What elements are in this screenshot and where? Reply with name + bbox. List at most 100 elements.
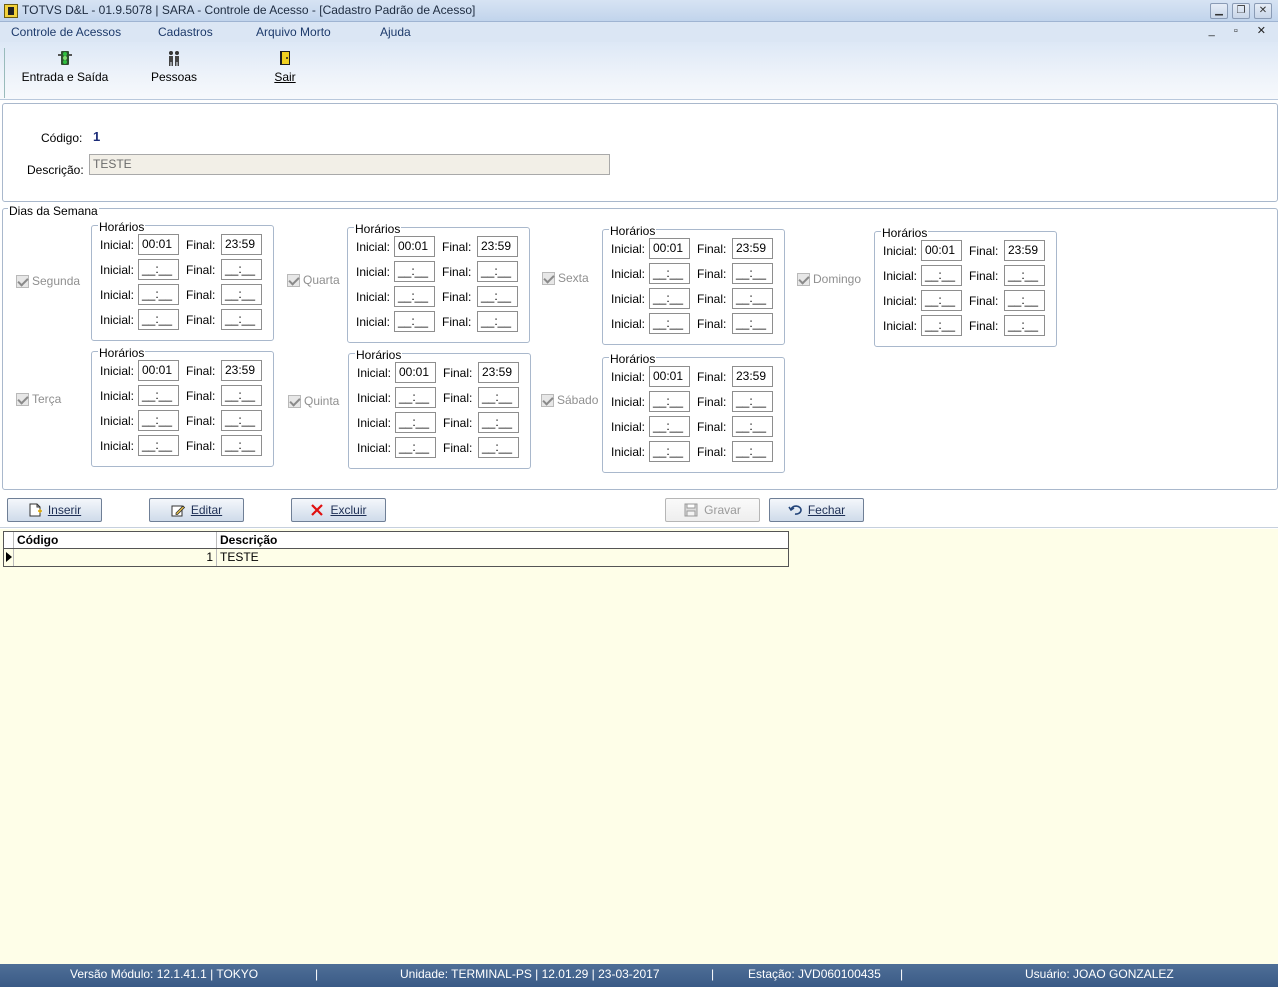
inicial-time-input[interactable]: 00:01 <box>395 362 436 383</box>
inicial-time-input[interactable]: 00:01 <box>649 238 690 259</box>
final-time-input[interactable]: 23:59 <box>1004 240 1045 261</box>
gravar-button[interactable]: Gravar <box>665 498 760 522</box>
inserir-button[interactable]: Inserir <box>7 498 102 522</box>
sair-label: Sair <box>274 70 296 84</box>
inicial-time-input[interactable]: __:__ <box>395 412 436 433</box>
final-time-input[interactable]: 23:59 <box>478 362 519 383</box>
inicial-time-input[interactable]: __:__ <box>138 284 179 305</box>
excluir-button[interactable]: Excluir <box>291 498 386 522</box>
day-checkbox-quinta[interactable]: Quinta <box>288 394 339 408</box>
final-time-input[interactable]: __:__ <box>221 435 262 456</box>
cell-descricao[interactable]: TESTE <box>217 549 788 566</box>
final-time-input[interactable]: __:__ <box>477 286 518 307</box>
inicial-label: Inicial: <box>356 315 391 329</box>
final-time-input[interactable]: __:__ <box>477 311 518 332</box>
inicial-time-input[interactable]: 00:01 <box>138 234 179 255</box>
day-checkbox-quarta[interactable]: Quarta <box>287 273 340 287</box>
final-time-input[interactable]: __:__ <box>221 284 262 305</box>
entrada-saida-button[interactable]: Entrada e Saída <box>19 50 111 84</box>
final-time-input[interactable]: 23:59 <box>732 238 773 259</box>
horario-row: Inicial: __:__ Final: __:__ <box>875 315 1056 337</box>
mdi-controls[interactable]: _ ▫ ✕ <box>1209 24 1274 37</box>
final-time-input[interactable]: __:__ <box>477 261 518 282</box>
inicial-time-input[interactable]: __:__ <box>649 263 690 284</box>
horario-row: Inicial: __:__ Final: __:__ <box>348 286 529 308</box>
table-row[interactable]: 1 TESTE <box>4 549 788 566</box>
final-label: Final: <box>697 292 727 306</box>
horario-row: Inicial: __:__ Final: __:__ <box>349 412 530 434</box>
restore-button[interactable]: ❐ <box>1232 3 1250 19</box>
inicial-time-input[interactable]: __:__ <box>649 441 690 462</box>
menu-controle-acessos[interactable]: Controle de Acessos <box>11 25 121 39</box>
inicial-time-input[interactable]: __:__ <box>395 437 436 458</box>
pessoas-button[interactable]: Pessoas <box>148 50 200 84</box>
inicial-time-input[interactable]: 00:01 <box>921 240 962 261</box>
horarios-legend: Horários <box>355 348 403 362</box>
day-label: Domingo <box>813 272 862 286</box>
fechar-button[interactable]: Fechar <box>769 498 864 522</box>
close-button[interactable]: ✕ <box>1254 3 1272 19</box>
final-time-input[interactable]: __:__ <box>732 313 773 334</box>
status-unidade: Unidade: TERMINAL-PS | 12.01.29 | 23-03-… <box>400 967 660 981</box>
final-time-input[interactable]: 23:59 <box>221 360 262 381</box>
inicial-time-input[interactable]: __:__ <box>921 265 962 286</box>
sair-button[interactable]: Sair <box>266 50 304 84</box>
inicial-time-input[interactable]: __:__ <box>649 416 690 437</box>
menu-arquivo-morto[interactable]: Arquivo Morto <box>256 25 331 39</box>
final-time-input[interactable]: __:__ <box>221 385 262 406</box>
final-time-input[interactable]: __:__ <box>221 410 262 431</box>
final-time-input[interactable]: __:__ <box>478 412 519 433</box>
final-time-input[interactable]: __:__ <box>732 288 773 309</box>
day-checkbox-sexta[interactable]: Sexta <box>542 271 589 285</box>
final-time-input[interactable]: __:__ <box>732 441 773 462</box>
final-time-input[interactable]: __:__ <box>732 416 773 437</box>
minimize-button[interactable]: ▁ <box>1210 3 1228 19</box>
horario-row: Inicial: __:__ Final: __:__ <box>92 259 273 281</box>
menu-ajuda[interactable]: Ajuda <box>380 25 411 39</box>
inicial-label: Inicial: <box>611 370 646 384</box>
inicial-time-input[interactable]: __:__ <box>138 259 179 280</box>
day-checkbox-terca[interactable]: Terça <box>16 392 61 406</box>
final-time-input[interactable]: __:__ <box>1004 265 1045 286</box>
inicial-time-input[interactable]: __:__ <box>138 385 179 406</box>
title-bar: TOTVS D&L - 01.9.5078 | SARA - Controle … <box>0 0 1278 22</box>
inicial-time-input[interactable]: __:__ <box>395 387 436 408</box>
header-descricao[interactable]: Descrição <box>217 532 788 548</box>
inicial-time-input[interactable]: __:__ <box>394 311 435 332</box>
header-codigo[interactable]: Código <box>14 532 217 548</box>
final-time-input[interactable]: __:__ <box>221 259 262 280</box>
inicial-time-input[interactable]: 00:01 <box>138 360 179 381</box>
final-time-input[interactable]: __:__ <box>1004 315 1045 336</box>
inicial-time-input[interactable]: __:__ <box>394 261 435 282</box>
inicial-time-input[interactable]: 00:01 <box>649 366 690 387</box>
inicial-time-input[interactable]: __:__ <box>649 288 690 309</box>
menu-cadastros[interactable]: Cadastros <box>158 25 213 39</box>
week-panel: Dias da Semana Segunda Terça Quarta Quin… <box>2 204 1278 490</box>
final-time-input[interactable]: __:__ <box>221 309 262 330</box>
inicial-time-input[interactable]: __:__ <box>138 410 179 431</box>
inicial-time-input[interactable]: __:__ <box>921 315 962 336</box>
horario-row: Inicial: 00:01 Final: 23:59 <box>349 362 530 384</box>
day-checkbox-segunda[interactable]: Segunda <box>16 274 80 288</box>
inicial-time-input[interactable]: __:__ <box>921 290 962 311</box>
descricao-field[interactable]: TESTE <box>89 154 610 175</box>
final-time-input[interactable]: __:__ <box>1004 290 1045 311</box>
inicial-time-input[interactable]: __:__ <box>394 286 435 307</box>
final-time-input[interactable]: __:__ <box>732 263 773 284</box>
editar-button[interactable]: Editar <box>149 498 244 522</box>
day-checkbox-sabado[interactable]: Sábado <box>541 393 598 407</box>
inicial-time-input[interactable]: 00:01 <box>394 236 435 257</box>
final-time-input[interactable]: 23:59 <box>221 234 262 255</box>
day-checkbox-domingo[interactable]: Domingo <box>797 272 861 286</box>
final-time-input[interactable]: __:__ <box>478 437 519 458</box>
final-time-input[interactable]: __:__ <box>478 387 519 408</box>
inicial-label: Inicial: <box>883 244 918 258</box>
inicial-time-input[interactable]: __:__ <box>649 391 690 412</box>
final-time-input[interactable]: __:__ <box>732 391 773 412</box>
inicial-time-input[interactable]: __:__ <box>138 309 179 330</box>
final-time-input[interactable]: 23:59 <box>477 236 518 257</box>
inicial-time-input[interactable]: __:__ <box>138 435 179 456</box>
cell-codigo[interactable]: 1 <box>14 549 217 566</box>
inicial-time-input[interactable]: __:__ <box>649 313 690 334</box>
final-time-input[interactable]: 23:59 <box>732 366 773 387</box>
